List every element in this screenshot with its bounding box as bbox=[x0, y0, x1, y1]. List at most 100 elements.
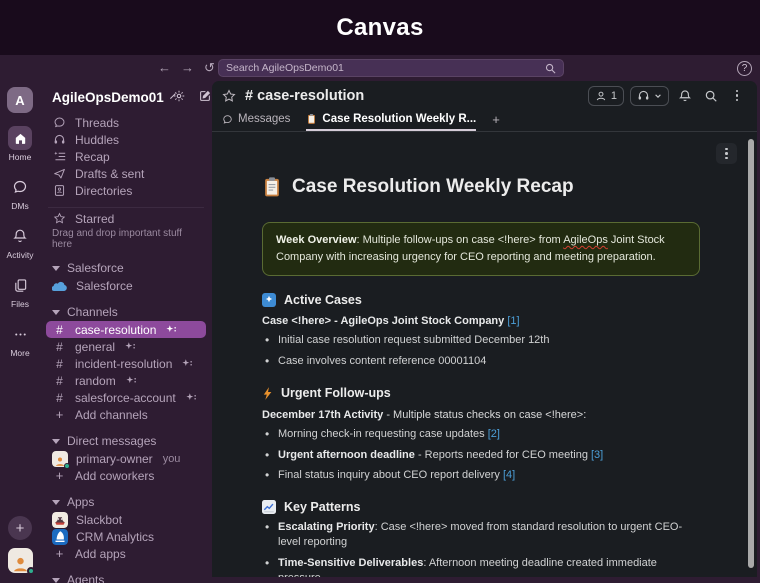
rail-item-more[interactable]: More bbox=[8, 322, 32, 358]
bullet: Escalating Priority: Case <!here> moved … bbox=[262, 519, 692, 550]
rail-item-files[interactable]: Files bbox=[8, 273, 32, 309]
main-panel: # case-resolution 1 Messages Case Resolu… bbox=[212, 81, 757, 577]
ai-sparkle-icon bbox=[166, 325, 177, 334]
citation-link-4[interactable]: [4] bbox=[503, 469, 515, 481]
huddle-button[interactable] bbox=[630, 85, 669, 106]
forward-icon[interactable]: → bbox=[181, 60, 194, 76]
caret-down-icon bbox=[52, 438, 60, 444]
caret-down-icon bbox=[52, 499, 60, 505]
citation-link-2[interactable]: [2] bbox=[488, 428, 500, 440]
scrollbar[interactable] bbox=[747, 135, 755, 574]
channel-salesforce-account[interactable]: # salesforce-account bbox=[46, 389, 206, 406]
app-slackbot[interactable]: Slackbot bbox=[46, 511, 206, 528]
channel-incident-resolution[interactable]: # incident-resolution bbox=[46, 355, 206, 372]
app-crm-analytics[interactable]: CRM Analytics bbox=[46, 528, 206, 545]
star-channel-icon[interactable] bbox=[222, 88, 236, 103]
dm-avatar bbox=[52, 450, 70, 469]
notifications-icon[interactable] bbox=[675, 86, 695, 106]
add-tab-button[interactable]: + bbox=[492, 112, 500, 131]
tab-canvas[interactable]: Case Resolution Weekly R... bbox=[306, 113, 477, 131]
urgent-followups-bullets: Morning check-in requesting case updates… bbox=[262, 426, 692, 484]
search-in-channel-icon[interactable] bbox=[701, 86, 721, 106]
channel-name[interactable]: # case-resolution bbox=[245, 88, 364, 104]
sidebar-item-huddles[interactable]: Huddles bbox=[46, 131, 206, 148]
section-urgent-followups: Urgent Follow-ups bbox=[262, 386, 692, 401]
bullet: Urgent afternoon deadline - Reports need… bbox=[262, 447, 692, 463]
sidebar-item-salesforce[interactable]: Salesforce bbox=[46, 277, 206, 294]
sidebar-item-drafts[interactable]: Drafts & sent bbox=[46, 165, 206, 182]
section-apps[interactable]: Apps bbox=[46, 493, 206, 511]
back-icon[interactable]: ← bbox=[158, 60, 171, 76]
hash-icon: # bbox=[56, 322, 63, 337]
members-button[interactable]: 1 bbox=[587, 85, 624, 106]
channel-case-resolution[interactable]: # case-resolution bbox=[46, 321, 206, 338]
history-icon[interactable]: ↺ bbox=[204, 60, 215, 76]
lightning-icon bbox=[263, 386, 272, 400]
sidebar-item-recap[interactable]: Recap bbox=[46, 148, 206, 165]
rail-item-activity[interactable]: Activity bbox=[7, 224, 33, 260]
sidebar-item-starred[interactable]: Starred bbox=[46, 210, 206, 227]
add-workspace-button[interactable]: + bbox=[8, 516, 32, 540]
workspace-name[interactable]: AgileOpsDemo01 bbox=[52, 90, 164, 105]
sidebar-divider bbox=[48, 207, 204, 208]
caret-down-icon bbox=[52, 577, 60, 583]
blue-square-icon bbox=[262, 293, 276, 308]
channel-random[interactable]: # random bbox=[46, 372, 206, 389]
rail-item-dms[interactable]: DMs bbox=[8, 175, 32, 211]
sidebar-item-threads[interactable]: Threads bbox=[46, 114, 206, 131]
window: Canvas ← → ↺ ? A bbox=[0, 0, 760, 583]
workspace-avatar[interactable]: A bbox=[7, 87, 33, 113]
citation-link-3[interactable]: [3] bbox=[591, 449, 603, 461]
presence-dot bbox=[64, 462, 70, 469]
misspelled-word: AgileOps bbox=[563, 234, 608, 246]
search-icon bbox=[545, 63, 556, 74]
hash-icon: # bbox=[56, 390, 63, 405]
chevron-down-icon bbox=[655, 93, 661, 98]
canvas-more-options-icon[interactable] bbox=[716, 143, 737, 164]
section-active-cases: Active Cases bbox=[262, 293, 692, 308]
messages-icon bbox=[223, 114, 232, 124]
dms-icon bbox=[8, 175, 32, 199]
workspace-rail: A Home DMs Activity Files More + bbox=[0, 81, 40, 583]
activity-bell-icon bbox=[8, 224, 32, 248]
bullet: Case involves content reference 00001104 bbox=[262, 353, 692, 369]
dm-primary-owner[interactable]: primary-owner you bbox=[46, 450, 206, 469]
ai-sparkle-icon bbox=[126, 376, 137, 385]
help-icon[interactable]: ? bbox=[737, 60, 752, 76]
tab-bar: Messages Case Resolution Weekly R... + bbox=[212, 110, 757, 132]
bullet: Final status inquiry about CEO report de… bbox=[262, 467, 692, 483]
channel-general[interactable]: # general bbox=[46, 338, 206, 355]
add-coworkers-button[interactable]: + Add coworkers bbox=[46, 467, 206, 484]
add-channels-button[interactable]: + Add channels bbox=[46, 406, 206, 423]
bullet: Time-Sensitive Deliverables: Afternoon m… bbox=[262, 555, 692, 577]
rail-item-home[interactable]: Home bbox=[8, 126, 32, 162]
sidebar: AgileOpsDemo01 Threads Huddles Recap Dra… bbox=[40, 81, 212, 583]
active-cases-bullets: Initial case resolution request submitte… bbox=[262, 332, 692, 369]
canvas-title: Case Resolution Weekly Recap bbox=[292, 176, 574, 197]
sidebar-item-directories[interactable]: Directories bbox=[46, 182, 206, 199]
section-direct-messages[interactable]: Direct messages bbox=[46, 432, 206, 450]
ai-sparkle-icon bbox=[182, 359, 193, 368]
plus-icon: + bbox=[55, 407, 64, 422]
slack-app: ← → ↺ ? A Home bbox=[0, 55, 760, 583]
search-bar[interactable] bbox=[218, 59, 564, 77]
recap-icon bbox=[52, 150, 67, 163]
tab-messages[interactable]: Messages bbox=[222, 113, 290, 131]
add-apps-button[interactable]: + Add apps bbox=[46, 545, 206, 562]
hash-icon: # bbox=[56, 373, 63, 388]
search-input[interactable] bbox=[226, 62, 545, 74]
window-titlebar: Canvas bbox=[0, 0, 760, 55]
scrollbar-thumb[interactable] bbox=[748, 139, 754, 568]
citation-link-1[interactable]: [1] bbox=[507, 315, 519, 327]
slackbot-icon bbox=[52, 511, 68, 528]
plus-icon: + bbox=[55, 546, 64, 561]
more-options-icon[interactable] bbox=[727, 86, 747, 106]
caret-down-icon bbox=[52, 309, 60, 315]
section-agents[interactable]: Agents bbox=[46, 571, 206, 583]
section-channels[interactable]: Channels bbox=[46, 303, 206, 321]
compose-icon[interactable] bbox=[198, 89, 212, 106]
week-overview-callout: Week Overview: Multiple follow-ups on ca… bbox=[262, 222, 700, 277]
filter-gear-icon[interactable] bbox=[172, 89, 186, 106]
user-avatar[interactable] bbox=[7, 548, 35, 575]
section-salesforce[interactable]: Salesforce bbox=[46, 259, 206, 277]
